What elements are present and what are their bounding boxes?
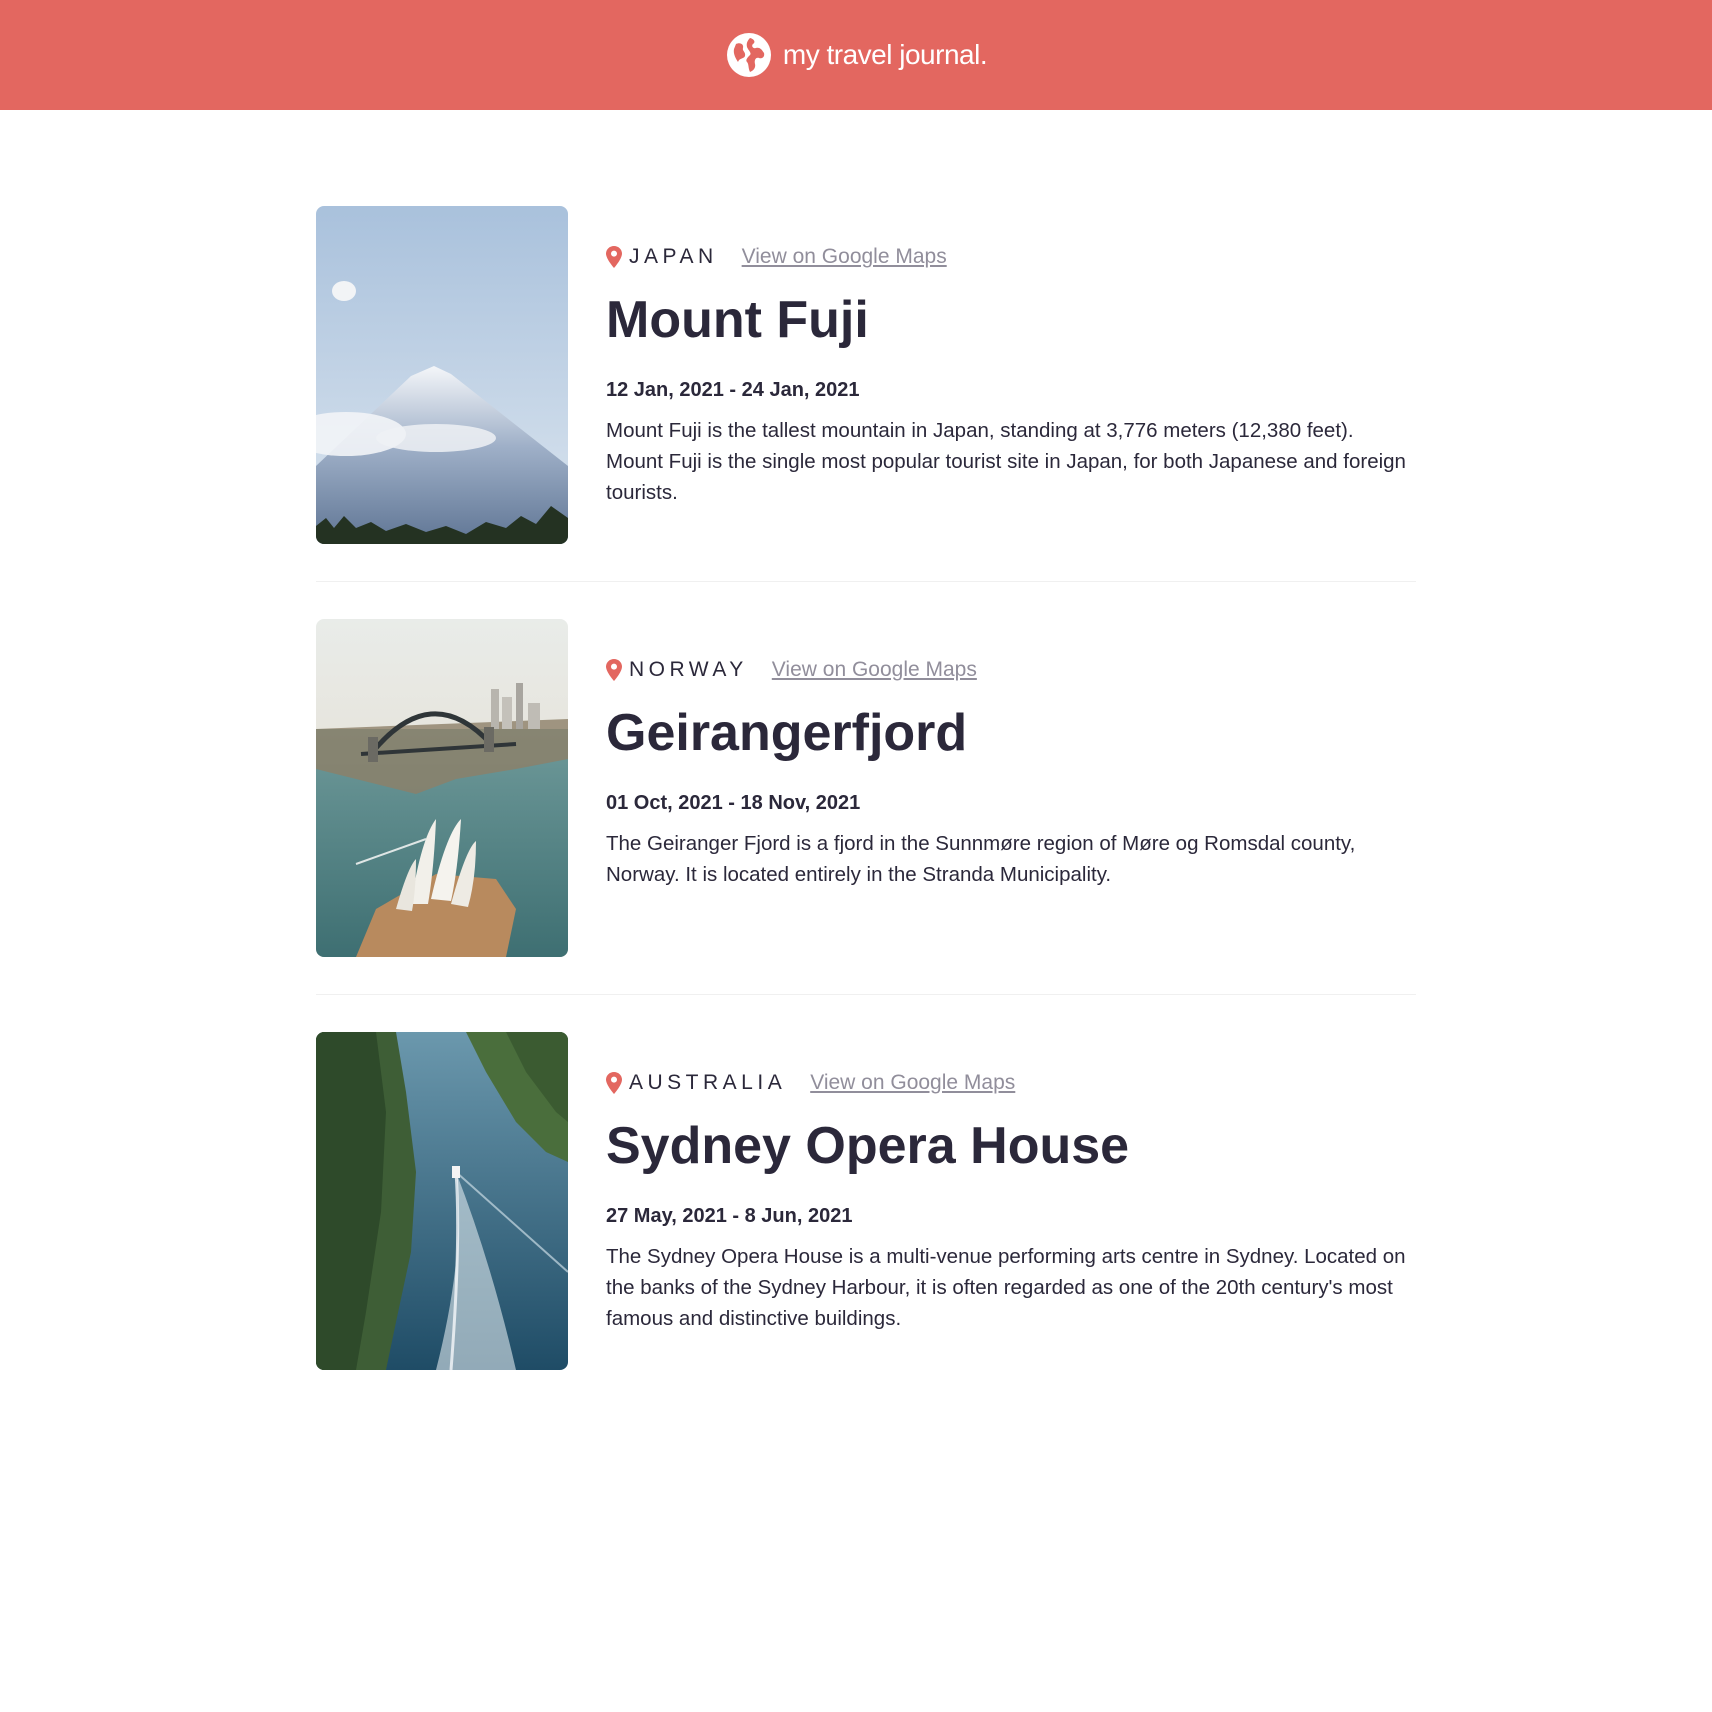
country-label: AUSTRALIA [629,1071,787,1094]
entry-title: Geirangerfjord [606,704,968,762]
google-maps-link[interactable]: View on Google Maps [742,245,947,269]
location-row: AUSTRALIA View on Google Maps [606,1068,1416,1098]
location-pin-icon [606,1072,622,1094]
journal-entries: JAPAN View on Google Maps Mount Fuji 12 … [316,206,1416,1370]
entry-info: JAPAN View on Google Maps Mount Fuji 12 … [606,206,1416,508]
google-maps-link[interactable]: View on Google Maps [772,658,977,682]
entry-dates: 12 Jan, 2021 - 24 Jan, 2021 [606,379,860,402]
entry-description: The Geiranger Fjord is a fjord in the Su… [606,832,1356,887]
google-maps-link[interactable]: View on Google Maps [810,1071,1015,1095]
entry-description: The Sydney Opera House is a multi-venue … [606,1245,1406,1331]
entry-photo-fjord [316,1032,568,1370]
journal-entry: JAPAN View on Google Maps Mount Fuji 12 … [316,206,1416,544]
entry-dates: 27 May, 2021 - 8 Jun, 2021 [606,1205,853,1228]
journal-entry: AUSTRALIA View on Google Maps Sydney Ope… [316,1032,1416,1370]
journal-entry: NORWAY View on Google Maps Geirangerfjor… [316,619,1416,957]
entry-divider [316,994,1416,995]
entry-title: Sydney Opera House [606,1117,1130,1175]
country-label: JAPAN [629,245,718,268]
entry-photo-sydney-harbour [316,619,568,957]
app-header: my travel journal. [0,0,1712,110]
location-pin-icon [606,659,622,681]
entry-dates: 01 Oct, 2021 - 18 Nov, 2021 [606,792,861,815]
location-row: NORWAY View on Google Maps [606,655,1416,685]
location-row: JAPAN View on Google Maps [606,242,1416,272]
entry-info: NORWAY View on Google Maps Geirangerfjor… [606,619,1416,890]
entry-divider [316,581,1416,582]
location-pin-icon [606,246,622,268]
entry-description: Mount Fuji is the tallest mountain in Ja… [606,419,1406,505]
country-label: NORWAY [629,658,748,681]
globe-icon [725,31,773,79]
entry-photo-mount-fuji [316,206,568,544]
brand-title: my travel journal. [782,39,988,70]
entry-title: Mount Fuji [606,291,869,349]
entry-info: AUSTRALIA View on Google Maps Sydney Ope… [606,1032,1416,1334]
